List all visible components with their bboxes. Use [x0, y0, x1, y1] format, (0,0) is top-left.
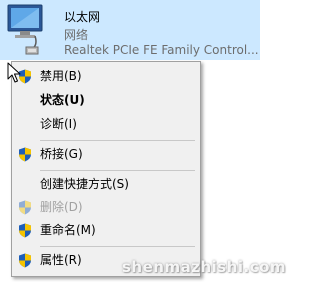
- menu-item-create-shortcut[interactable]: 创建快捷方式(S): [12, 173, 200, 195]
- menu-item-label: 删除(D): [40, 200, 83, 214]
- menu-separator: [40, 140, 195, 141]
- menu-item-rename[interactable]: 重命名(M): [12, 219, 200, 241]
- context-menu: 禁用(B) 状态(U) 诊断(I) 桥接(G) 创建快捷方式(S) 删除(D): [11, 61, 201, 277]
- menu-item-label: 桥接(G): [40, 147, 83, 161]
- uac-shield-icon: [19, 200, 31, 215]
- network-adapter-item[interactable]: 以太网 网络 Realtek PCIe FE Family Control...: [0, 0, 260, 60]
- menu-item-label: 创建快捷方式(S): [40, 177, 129, 191]
- mouse-cursor-icon: [7, 62, 21, 83]
- uac-shield-icon: [19, 147, 31, 162]
- watermark-text: shenmazhishi.com: [122, 258, 287, 276]
- menu-item-label: 重命名(M): [40, 223, 96, 237]
- adapter-status: 网络: [64, 28, 89, 42]
- menu-item-bridge[interactable]: 桥接(G): [12, 143, 200, 165]
- network-adapter-icon: [7, 4, 43, 55]
- uac-shield-icon: [19, 223, 31, 238]
- menu-item-delete[interactable]: 删除(D): [12, 196, 200, 218]
- menu-item-status[interactable]: 状态(U): [12, 89, 200, 111]
- menu-separator: [40, 170, 195, 171]
- menu-item-label: 属性(R): [40, 253, 82, 267]
- menu-item-diagnose[interactable]: 诊断(I): [12, 113, 200, 135]
- adapter-name: 以太网: [64, 10, 101, 24]
- menu-separator: [40, 246, 195, 247]
- menu-item-label: 禁用(B): [40, 69, 82, 83]
- menu-item-disable[interactable]: 禁用(B): [12, 65, 200, 87]
- uac-shield-icon: [19, 253, 31, 268]
- menu-item-label: 诊断(I): [40, 117, 77, 131]
- menu-item-label: 状态(U): [40, 93, 85, 107]
- adapter-device-description: Realtek PCIe FE Family Control...: [64, 43, 259, 57]
